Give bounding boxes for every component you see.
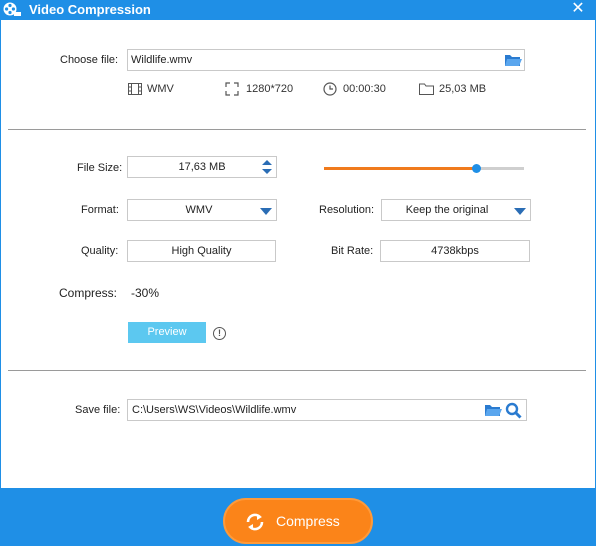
window-title: Video Compression bbox=[29, 2, 151, 17]
save-file-field[interactable]: C:\Users\WS\Videos\Wildlife.wmv bbox=[127, 399, 527, 421]
bitrate-field: 4738kbps bbox=[380, 240, 530, 262]
slider-fill bbox=[324, 167, 476, 170]
chevron-down-icon bbox=[260, 208, 272, 215]
file-duration: 00:00:30 bbox=[343, 83, 386, 95]
quality-value: High Quality bbox=[171, 245, 232, 257]
stepper-arrows-icon[interactable] bbox=[260, 157, 274, 177]
folder-icon bbox=[419, 83, 434, 95]
file-size-value: 17,63 MB bbox=[178, 161, 226, 173]
file-size-stepper[interactable]: 17,63 MB bbox=[127, 156, 277, 178]
choose-file-field[interactable]: Wildlife.wmv bbox=[127, 49, 525, 71]
quality-label: Quality: bbox=[81, 245, 119, 257]
file-format: WMV bbox=[147, 83, 174, 95]
format-select[interactable]: WMV bbox=[127, 199, 277, 221]
film-reel-icon bbox=[3, 2, 21, 16]
save-file-label: Save file: bbox=[75, 404, 121, 416]
resolution-label: Resolution: bbox=[319, 204, 375, 216]
file-size: 25,03 MB bbox=[439, 83, 487, 95]
info-icon[interactable]: ! bbox=[213, 327, 226, 340]
quality-field: High Quality bbox=[127, 240, 276, 262]
folder-open-icon[interactable] bbox=[504, 53, 522, 67]
file-size-label: File Size: bbox=[77, 162, 123, 174]
bitrate-label: Bit Rate: bbox=[331, 245, 374, 257]
refresh-icon bbox=[246, 513, 264, 531]
close-button[interactable]: ✕ bbox=[568, 0, 588, 18]
expand-icon bbox=[225, 82, 239, 96]
title-bar: Video Compression ✕ bbox=[0, 0, 596, 20]
search-icon[interactable] bbox=[505, 402, 522, 419]
divider-bottom bbox=[8, 370, 586, 371]
divider-top bbox=[8, 129, 586, 130]
compress-label: Compress: bbox=[59, 286, 118, 300]
film-icon bbox=[128, 83, 142, 95]
resolution-select[interactable]: Keep the original bbox=[381, 199, 531, 221]
slider-thumb[interactable] bbox=[472, 164, 481, 173]
choose-file-label: Choose file: bbox=[60, 54, 119, 66]
compress-value: -30% bbox=[131, 286, 160, 300]
resolution-value: Keep the original bbox=[405, 204, 489, 216]
file-resolution: 1280*720 bbox=[246, 83, 294, 95]
choose-file-value: Wildlife.wmv bbox=[131, 54, 193, 66]
format-label: Format: bbox=[81, 204, 119, 216]
clock-icon bbox=[323, 82, 337, 96]
folder-open-icon[interactable] bbox=[484, 403, 502, 417]
compress-button-label: Compress bbox=[276, 513, 340, 529]
format-value: WMV bbox=[185, 204, 213, 216]
preview-button[interactable]: Preview bbox=[128, 322, 206, 343]
save-file-value: C:\Users\WS\Videos\Wildlife.wmv bbox=[132, 404, 297, 416]
chevron-down-icon bbox=[514, 208, 526, 215]
bitrate-value: 4738kbps bbox=[431, 245, 479, 257]
compress-button[interactable]: Compress bbox=[223, 498, 373, 544]
